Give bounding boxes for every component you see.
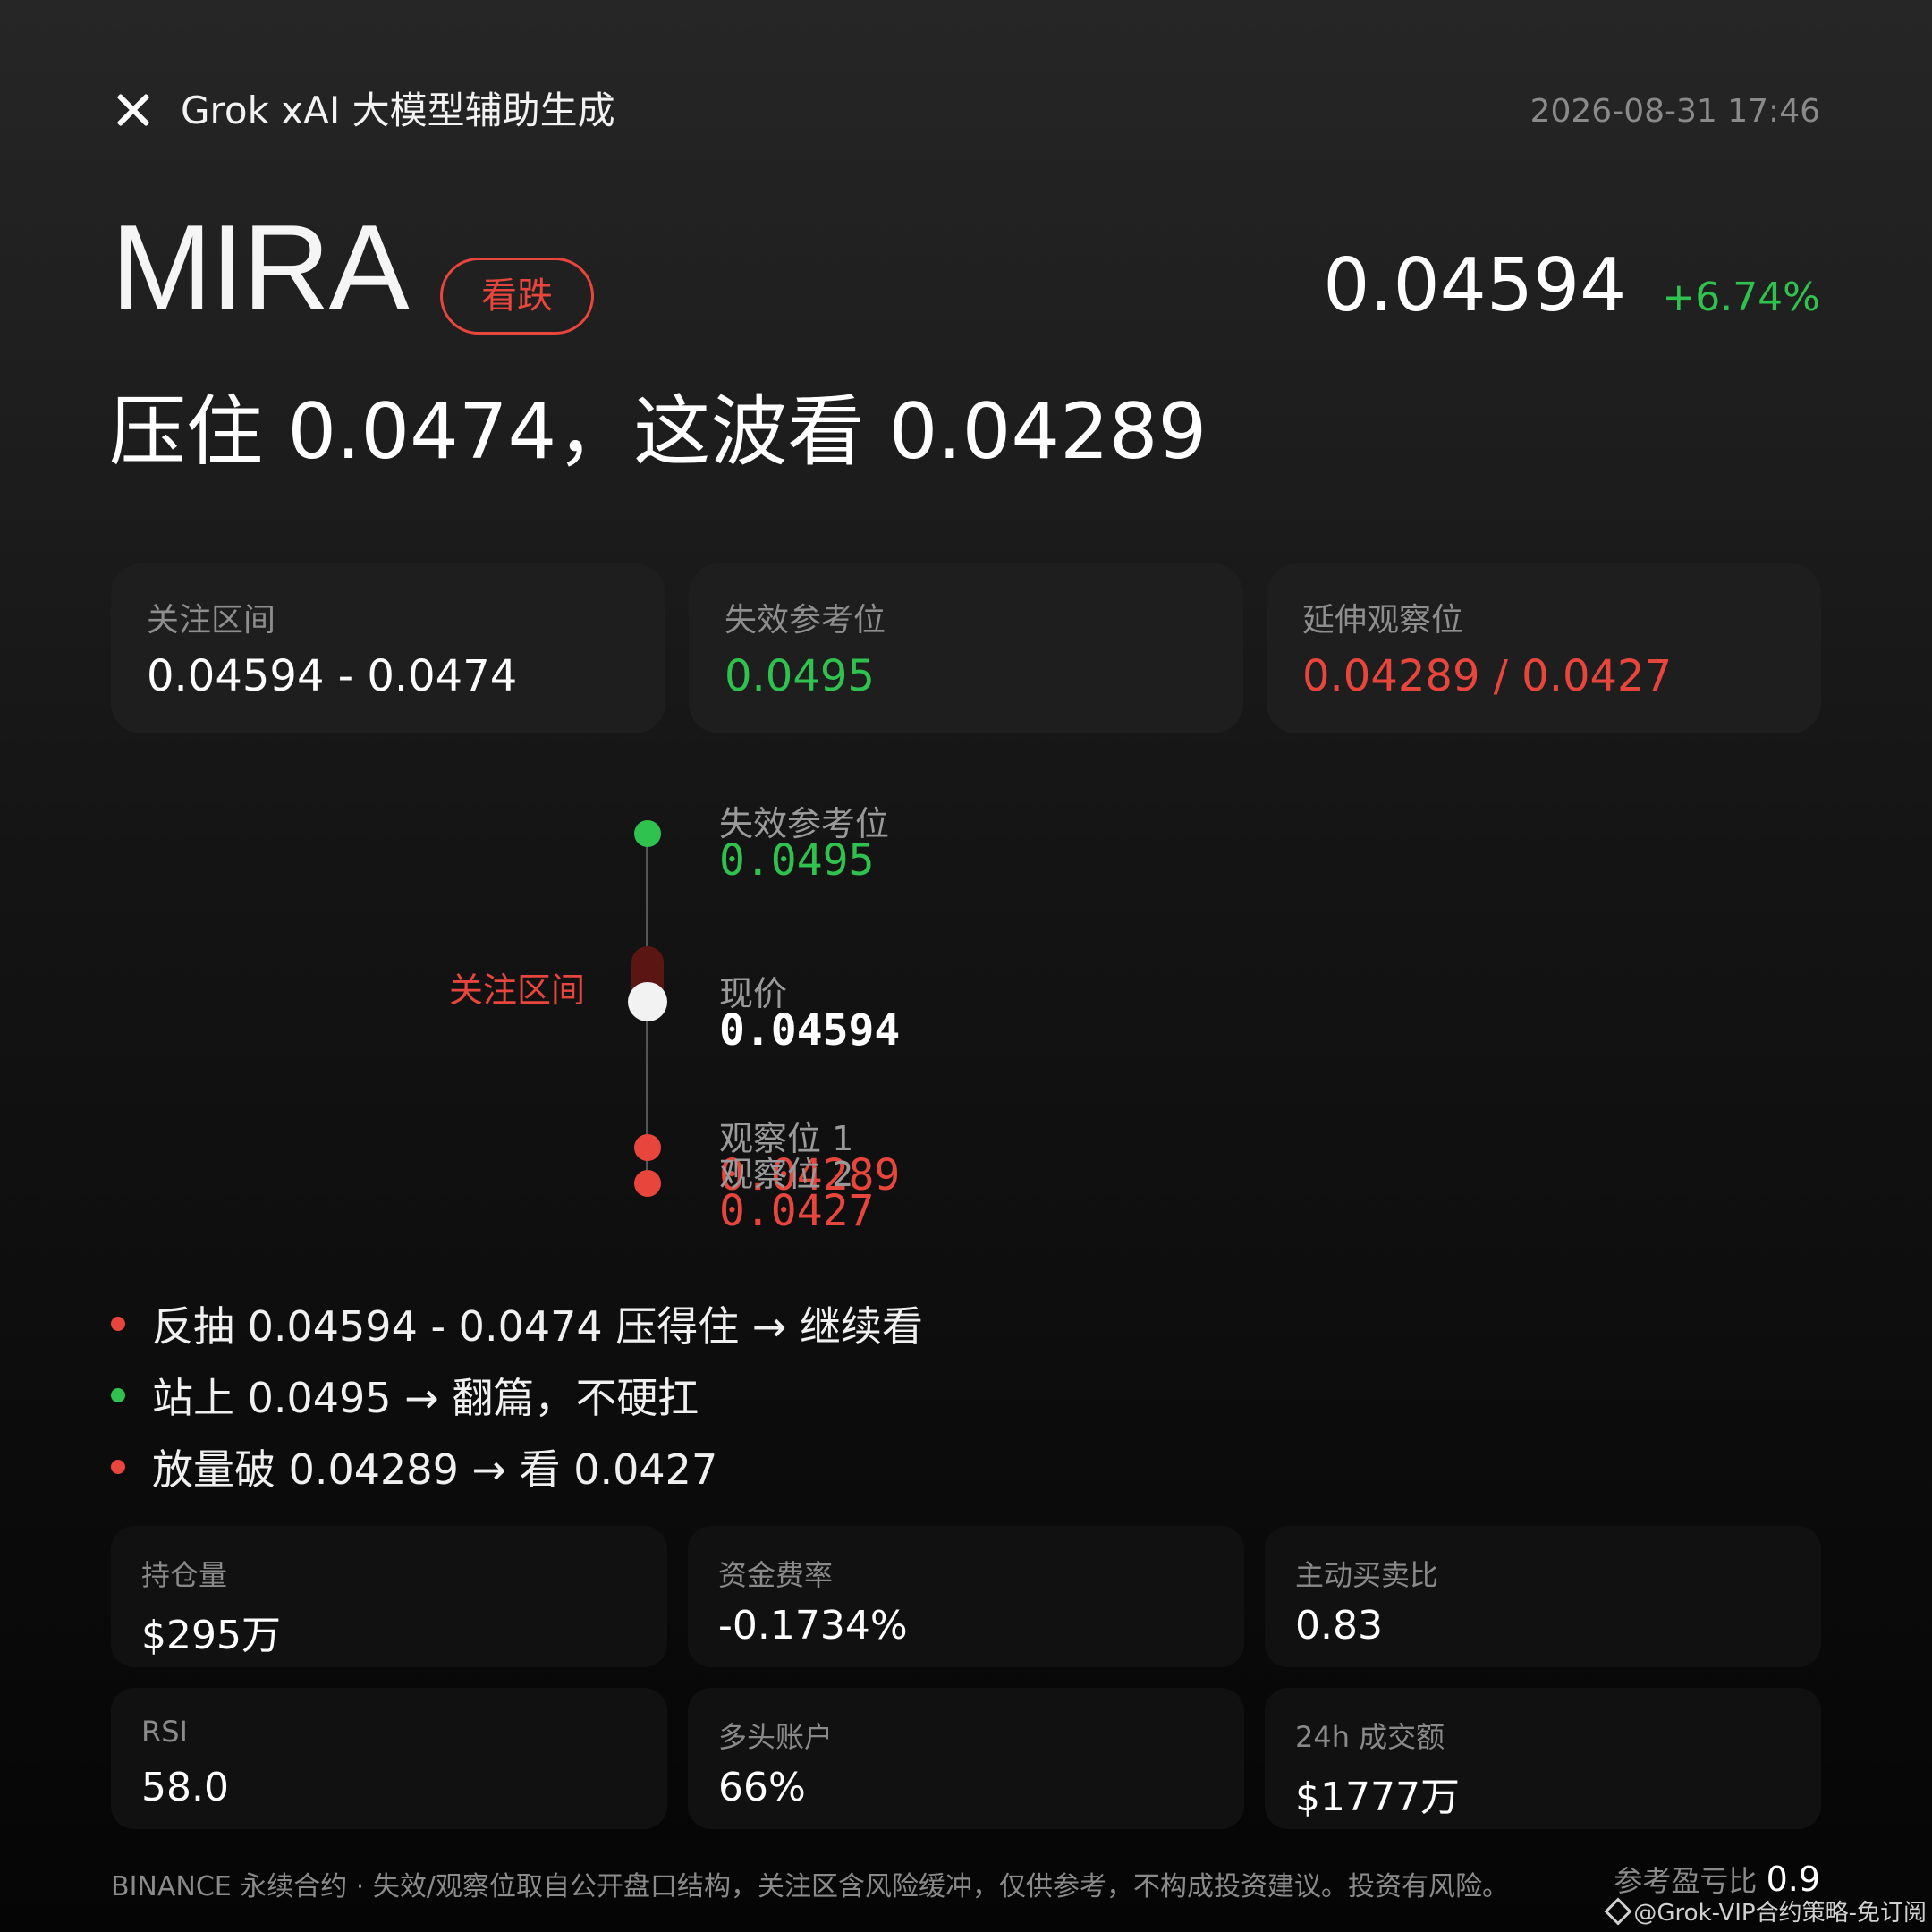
stat-value: 0.83	[1295, 1603, 1383, 1648]
stat-card-long-accounts: 多头账户 66%	[688, 1688, 1244, 1829]
level-card-value: 0.04289 / 0.0427	[1302, 651, 1673, 701]
ratio-value: 0.9	[1766, 1860, 1820, 1899]
list-item: 站上 0.0495 → 翻篇，不硬扛	[111, 1360, 923, 1431]
stat-card-24h-volume: 24h 成交额 $1777万	[1265, 1688, 1821, 1829]
close-icon[interactable]	[113, 89, 154, 131]
price-row: 0.04594 +6.74%	[1323, 242, 1820, 331]
stat-card-rsi: RSI 58.0	[111, 1688, 667, 1829]
stat-label: 主动买卖比	[1295, 1558, 1439, 1592]
stat-value: $295万	[141, 1613, 281, 1658]
price-change: +6.74%	[1662, 275, 1820, 320]
scenario-text: 反抽 0.04594 - 0.0474 压得住 → 继续看	[152, 1302, 924, 1351]
watermark-text: @Grok-VIP合约策略-免订阅	[1633, 1900, 1927, 1927]
list-item: 反抽 0.04594 - 0.0474 压得住 → 继续看	[111, 1288, 923, 1360]
signal-badge: 看跌	[440, 258, 594, 335]
stat-card-open-interest: 持仓量 $295万	[111, 1526, 667, 1667]
level-card-extension: 延伸观察位 0.04289 / 0.0427	[1267, 564, 1821, 733]
bullet-dot	[111, 1317, 125, 1331]
level-card-value: 0.04594 - 0.0474	[147, 651, 518, 701]
stat-label: 资金费率	[718, 1558, 834, 1592]
binance-logo-icon	[1604, 1896, 1632, 1926]
scenario-text: 放量破 0.04289 → 看 0.0427	[152, 1445, 718, 1494]
invalidation-dot	[634, 820, 661, 847]
scenario-text: 站上 0.0495 → 翻篇，不硬扛	[152, 1374, 699, 1422]
scenario-list: 反抽 0.04594 - 0.0474 压得住 → 继续看 站上 0.0495 …	[111, 1288, 923, 1503]
stat-label: 持仓量	[141, 1558, 228, 1592]
level-card-label: 关注区间	[147, 602, 276, 639]
timestamp: 2026-08-31 17:46	[1530, 93, 1820, 130]
list-item: 放量破 0.04289 → 看 0.0427	[111, 1431, 923, 1503]
headline: 压住 0.0474，这波看 0.04289	[109, 387, 1208, 477]
level-card-value: 0.0495	[724, 651, 875, 701]
ratio-label: 参考盈亏比	[1614, 1864, 1758, 1898]
focus-zone-label: 关注区间	[449, 970, 586, 1010]
level-card-invalidation: 失效参考位 0.0495	[689, 564, 1243, 733]
stat-label: RSI	[141, 1715, 188, 1749]
invalidation-value: 0.0495	[719, 835, 875, 886]
current-value: 0.04594	[719, 1005, 901, 1055]
stat-label: 多头账户	[718, 1720, 834, 1754]
watch-level-2-value: 0.0427	[719, 1186, 875, 1236]
disclaimer: BINANCE 永续合约 · 失效/观察位取自公开盘口结构，关注区含风险缓冲，仅…	[111, 1871, 1509, 1902]
current-price-dot	[628, 982, 667, 1021]
header-title: Grok xAI 大模型辅助生成	[181, 89, 615, 132]
bullet-dot	[111, 1388, 125, 1402]
stat-label: 24h 成交额	[1295, 1720, 1445, 1754]
watch-level-1-dot	[634, 1134, 661, 1161]
watermark: @Grok-VIP合约策略-免订阅	[1604, 1894, 1927, 1928]
stat-value: -0.1734%	[718, 1603, 908, 1648]
stat-card-funding-rate: 资金费率 -0.1734%	[688, 1526, 1244, 1667]
level-card-label: 延伸观察位	[1302, 602, 1464, 639]
level-card-focus-zone: 关注区间 0.04594 - 0.0474	[111, 564, 665, 733]
symbol-title: MIRA	[111, 199, 410, 335]
stat-value: 66%	[718, 1765, 806, 1810]
watch-level-2-dot	[634, 1170, 661, 1197]
bullet-dot	[111, 1460, 125, 1474]
current-price: 0.04594	[1323, 243, 1627, 328]
stat-value: 58.0	[141, 1765, 229, 1810]
stat-value: $1777万	[1295, 1775, 1460, 1820]
stat-card-taker-ratio: 主动买卖比 0.83	[1265, 1526, 1821, 1667]
level-card-label: 失效参考位	[724, 602, 886, 639]
